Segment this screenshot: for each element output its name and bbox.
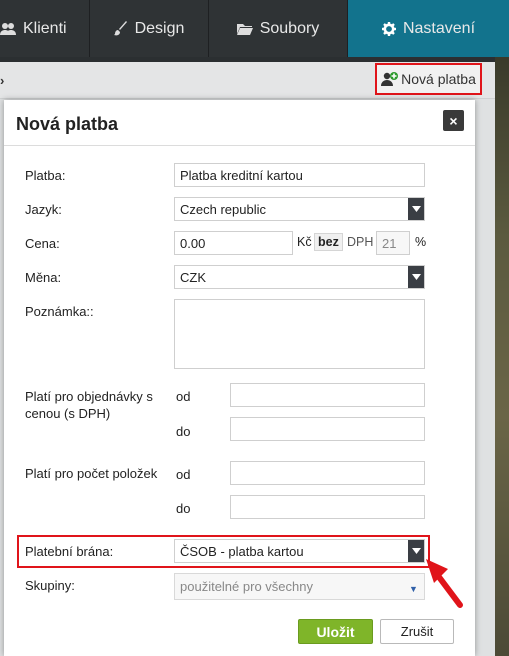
tab-label: Soubory	[259, 19, 320, 37]
currency-unit: Kč	[297, 235, 312, 249]
new-payment-button[interactable]: Nová platba	[375, 63, 482, 95]
mena-select[interactable]: CZK	[174, 265, 425, 289]
poznamka-label: Poznámka::	[25, 304, 94, 319]
bez-toggle[interactable]: bez	[314, 233, 343, 251]
tab-soubory[interactable]: Soubory	[209, 0, 348, 57]
chevron-down-icon	[408, 198, 424, 220]
close-icon: ×	[449, 112, 458, 129]
skupiny-value: použitelné pro všechny	[180, 579, 313, 594]
cena-label: Cena:	[25, 236, 60, 251]
jazyk-label: Jazyk:	[25, 202, 62, 217]
cena-od-input[interactable]	[230, 383, 425, 407]
platba-value: Platba kreditní kartou	[180, 167, 303, 183]
new-payment-label: Nová platba	[401, 71, 476, 87]
add-user-icon	[381, 71, 399, 87]
tab-label: Nastavení	[402, 19, 476, 37]
cena-input[interactable]: 0.00	[174, 231, 293, 255]
users-icon	[0, 22, 16, 36]
pocet-od-input[interactable]	[230, 461, 425, 485]
folder-icon	[236, 22, 253, 35]
platba-input[interactable]: Platba kreditní kartou	[174, 163, 425, 187]
plati-cena-label: Platí pro objednávky s cenou (s DPH)	[25, 389, 153, 421]
pocet-do-input[interactable]	[230, 495, 425, 519]
dialog-header: Nová platba ×	[4, 100, 475, 146]
tab-design[interactable]: Design	[90, 0, 209, 57]
skupiny-select[interactable]: použitelné pro všechny	[174, 573, 425, 600]
platba-label: Platba:	[25, 168, 66, 183]
dph-input[interactable]: 21	[376, 231, 410, 255]
jazyk-value: Czech republic	[180, 201, 266, 217]
tab-label: Klienti	[23, 19, 67, 37]
mena-value: CZK	[180, 269, 206, 285]
dph-value: 21	[382, 235, 397, 251]
percent-sign: %	[415, 235, 427, 249]
gear-icon	[381, 21, 396, 36]
annotation-arrow-icon	[426, 559, 463, 608]
tab-klienti[interactable]: Klienti	[0, 0, 90, 57]
top-nav: Klienti Design Soubory Nastavení	[0, 0, 509, 57]
highlight-frame	[17, 535, 430, 568]
do-label: do	[176, 424, 191, 439]
od-label: od	[176, 467, 191, 482]
save-button[interactable]: Uložit	[298, 619, 373, 644]
dialog-title: Nová platba	[16, 114, 119, 134]
chevron-down-icon	[408, 266, 424, 288]
mena-label: Měna:	[25, 270, 62, 285]
cena-do-input[interactable]	[230, 417, 425, 441]
poznamka-textarea[interactable]	[174, 299, 425, 369]
cena-value: 0.00	[180, 235, 206, 251]
background-image	[495, 57, 509, 656]
caret-down-icon: ▼	[409, 584, 418, 594]
close-button[interactable]: ×	[443, 110, 464, 131]
chevron-right-icon[interactable]: ›	[0, 73, 4, 88]
jazyk-select[interactable]: Czech republic	[174, 197, 425, 221]
tab-nastaveni[interactable]: Nastavení	[348, 0, 509, 57]
cancel-button[interactable]: Zrušit	[380, 619, 454, 644]
skupiny-label: Skupiny:	[25, 578, 75, 593]
dph-label: DPH	[347, 235, 374, 249]
tab-label: Design	[134, 19, 185, 37]
brush-icon	[113, 21, 128, 36]
plati-pocet-label: Platí pro počet položek	[25, 466, 158, 481]
od-label: od	[176, 389, 191, 404]
do-label: do	[176, 501, 191, 516]
